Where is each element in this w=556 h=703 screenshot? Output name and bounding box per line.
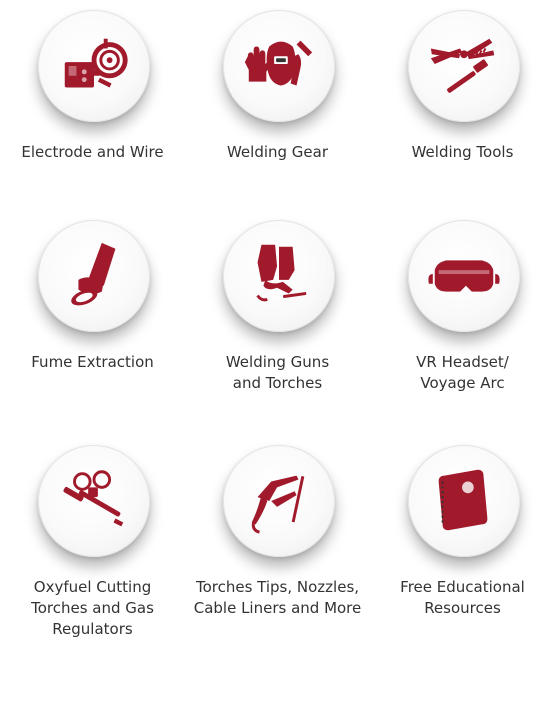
category-welding-guns-and-torches[interactable]: Welding Guns and Torches — [185, 220, 370, 394]
category-label: VR Headset/ Voyage Arc — [416, 353, 509, 392]
category-fume-extraction[interactable]: Fume Extraction — [0, 220, 185, 373]
category-vr-headset-voyage-arc[interactable]: VR Headset/ Voyage Arc — [370, 220, 555, 394]
category-icon-circle — [33, 220, 153, 350]
category-label: Welding Tools — [411, 143, 514, 161]
category-grid: Electrode and Wire Welding Gear Welding … — [0, 0, 556, 703]
category-label: Welding Gear — [226, 143, 329, 161]
fume-extraction-hose-icon — [70, 242, 115, 306]
category-icon-circle — [33, 10, 153, 140]
category-welding-gear[interactable]: Welding Gear — [185, 10, 370, 163]
category-free-educational-resources[interactable]: Free Educational Resources — [370, 445, 555, 619]
category-torches-tips-nozzles[interactable]: Torches Tips, Nozzles, Cable Liners and … — [185, 445, 370, 619]
category-oxyfuel-cutting[interactable]: Oxyfuel Cutting Torches and Gas Regulato… — [0, 445, 185, 640]
category-electrode-and-wire[interactable]: Electrode and Wire — [0, 10, 185, 163]
category-label: Fume Extraction — [31, 353, 154, 371]
category-icon-circle — [403, 220, 523, 350]
category-icon-circle — [218, 445, 338, 575]
pliers-brush-icon — [430, 38, 494, 93]
book-icon — [438, 469, 487, 531]
category-label: Oxyfuel Cutting Torches and Gas Regulato… — [31, 578, 154, 638]
category-icon-circle — [218, 220, 338, 350]
category-label: Welding Guns and Torches — [225, 353, 330, 392]
welding-gun-icon — [255, 244, 306, 302]
category-icon-circle — [33, 445, 153, 575]
welding-gear-icon — [244, 40, 312, 86]
category-icon-circle — [218, 10, 338, 140]
category-icon-circle — [403, 10, 523, 140]
electrode-holder-icon — [251, 475, 304, 534]
wire-feeder-icon — [64, 38, 128, 88]
category-icon-circle — [403, 445, 523, 575]
vr-headset-icon — [427, 260, 500, 292]
category-welding-tools[interactable]: Welding Tools — [370, 10, 555, 163]
category-label: Free Educational Resources — [400, 578, 525, 617]
oxyfuel-torch-regulator-icon — [62, 470, 123, 527]
category-label: Torches Tips, Nozzles, Cable Liners and … — [193, 578, 362, 617]
category-label: Electrode and Wire — [21, 143, 164, 161]
